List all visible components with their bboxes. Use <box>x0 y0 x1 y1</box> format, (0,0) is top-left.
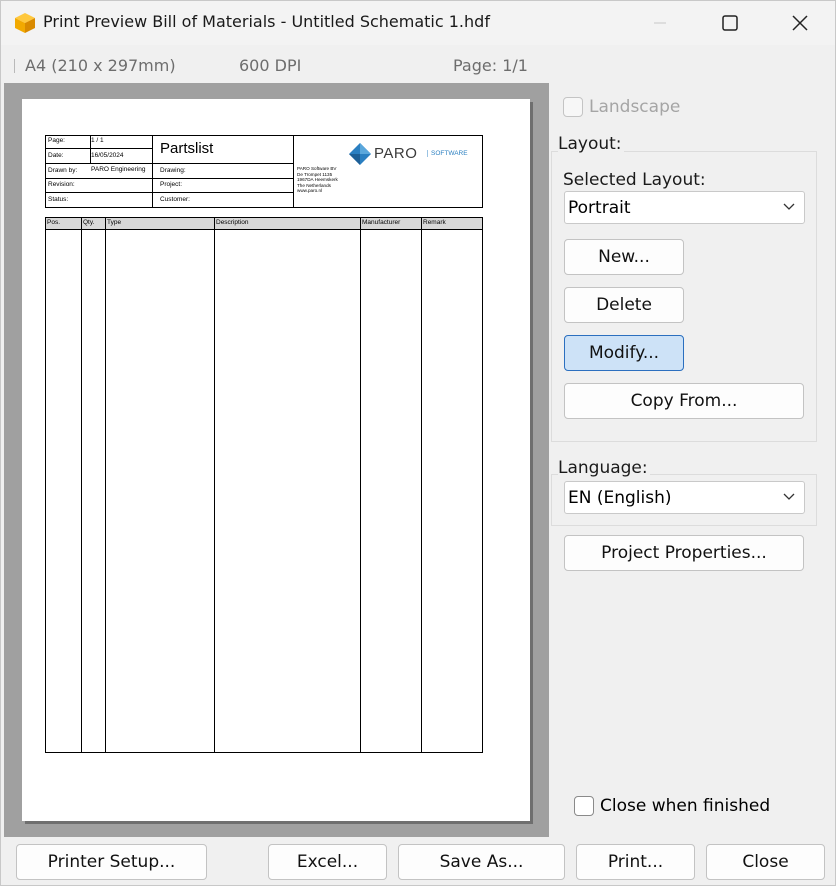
print-preview-area[interactable]: Page: 1 / 1 Date: 16/05/2024 Drawn by: P… <box>4 83 549 837</box>
save-as-button[interactable]: Save As... <box>398 844 565 880</box>
close-when-finished-checkbox-box <box>574 796 594 816</box>
partslist-title: Partslist <box>160 140 214 157</box>
separator <box>14 59 15 73</box>
paper-size-text: A4 (210 x 297mm) <box>25 56 176 75</box>
column-header-description: Description <box>216 219 249 226</box>
paro-logo-mark <box>349 143 371 165</box>
delete-layout-button[interactable]: Delete <box>564 287 684 323</box>
title-block: Page: 1 / 1 Date: 16/05/2024 Drawn by: P… <box>45 135 483 208</box>
dialog-button-bar: Printer Setup... Excel... Save As... Pri… <box>1 837 835 885</box>
drawing-label: Drawing: <box>160 167 186 174</box>
excel-button[interactable]: Excel... <box>268 844 387 880</box>
column-header-qty: Qty. <box>83 219 95 226</box>
preview-page: Page: 1 / 1 Date: 16/05/2024 Drawn by: P… <box>22 99 530 821</box>
window-title: Print Preview Bill of Materials - Untitl… <box>43 12 490 31</box>
app-cube-icon <box>15 13 35 33</box>
landscape-checkbox[interactable]: Landscape <box>563 97 680 117</box>
copy-from-button[interactable]: Copy From... <box>564 383 804 419</box>
drawn-by-label: Drawn by: <box>48 167 78 174</box>
chevron-down-icon <box>783 203 795 210</box>
column-header-pos: Pos. <box>47 219 61 226</box>
logo-text: PARO <box>374 145 418 162</box>
title-bar: Print Preview Bill of Materials - Untitl… <box>1 1 835 45</box>
landscape-checkbox-box <box>563 97 583 117</box>
close-when-finished-checkbox[interactable]: Close when finished <box>574 796 770 816</box>
parts-table: Pos. Qty. Type Description Manufacturer … <box>45 217 483 753</box>
layout-select-value: Portrait <box>568 197 631 218</box>
language-group-label: Language: <box>558 458 650 478</box>
close-when-finished-label: Close when finished <box>600 796 771 816</box>
layout-select[interactable]: Portrait <box>564 191 805 224</box>
page-label: Page: <box>48 137 65 144</box>
page-value: 1 / 1 <box>91 137 104 144</box>
layout-group-label: Layout: <box>558 134 624 154</box>
print-preview-window: Print Preview Bill of Materials - Untitl… <box>0 0 836 886</box>
date-label: Date: <box>48 152 64 159</box>
column-header-remark: Remark <box>423 219 446 226</box>
address-line: www.paro.nl <box>297 188 323 193</box>
language-select[interactable]: EN (English) <box>564 481 805 514</box>
close-window-button[interactable] <box>765 1 835 45</box>
options-panel: Landscape Layout: Selected Layout: Portr… <box>550 83 835 837</box>
printer-setup-button[interactable]: Printer Setup... <box>16 844 207 880</box>
drawn-by-value: PARO Engineering <box>91 166 146 173</box>
column-header-manufacturer: Manufacturer <box>362 219 401 226</box>
modify-layout-button[interactable]: Modify... <box>564 335 684 371</box>
minimize-button[interactable] <box>625 1 695 45</box>
print-button[interactable]: Print... <box>576 844 695 880</box>
project-properties-button[interactable]: Project Properties... <box>564 535 804 571</box>
minimize-icon <box>654 22 666 24</box>
dpi-text: 600 DPI <box>239 56 302 75</box>
date-value: 16/05/2024 <box>91 152 124 159</box>
close-icon <box>792 15 808 31</box>
column-header-type: Type <box>107 219 122 226</box>
paro-logo: PARO SOFTWARE <box>349 143 479 165</box>
logo-subtext: SOFTWARE <box>427 150 468 157</box>
new-layout-button[interactable]: New... <box>564 239 684 275</box>
landscape-label: Landscape <box>589 97 681 117</box>
maximize-icon <box>722 15 738 31</box>
page-count-text: Page: 1/1 <box>453 56 528 75</box>
revision-label: Revision: <box>48 181 75 188</box>
maximize-button[interactable] <box>695 1 765 45</box>
language-select-value: EN (English) <box>568 487 672 508</box>
selected-layout-label: Selected Layout: <box>563 170 706 190</box>
close-button[interactable]: Close <box>706 844 825 880</box>
chevron-down-icon <box>783 493 795 500</box>
company-address: PARO Software BV De Trompet 1135 1967DA … <box>297 166 338 194</box>
customer-label: Customer: <box>160 196 190 203</box>
page-info-bar: A4 (210 x 297mm) 600 DPI Page: 1/1 <box>1 51 549 81</box>
project-label: Project: <box>160 181 183 188</box>
status-label: Status: <box>48 196 69 203</box>
